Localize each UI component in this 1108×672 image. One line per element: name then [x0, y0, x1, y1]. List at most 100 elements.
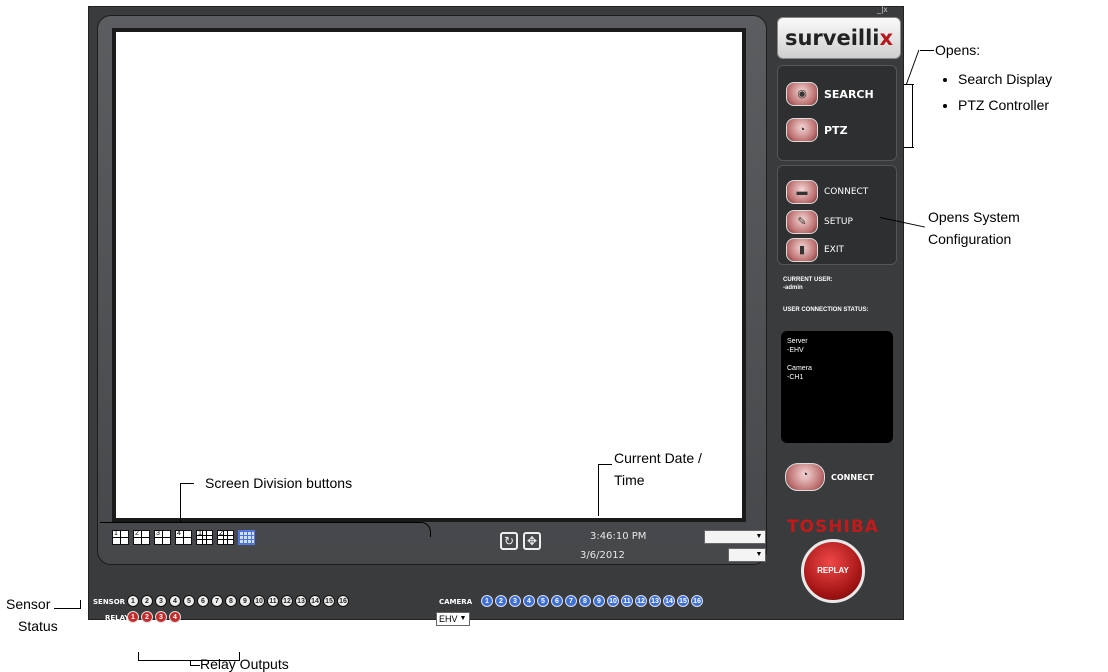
relay-button-3[interactable]: 3: [155, 611, 167, 623]
setup-button[interactable]: ✎ SETUP: [786, 210, 853, 234]
current-user-label: CURRENT USER:: [783, 277, 833, 283]
date-dropdown[interactable]: ▼: [728, 548, 766, 562]
connection-status-box: Server -EHV Camera -CH1: [781, 331, 893, 443]
camera-button-13[interactable]: 13: [649, 595, 661, 607]
sensor-indicator-16[interactable]: 16: [337, 595, 349, 607]
connection-status-label: USER CONNECTION STATUS:: [783, 307, 869, 313]
camera-buttons-row: 1 2 3 4 5 6 7 8 9 10 11 12 13 14 15 16: [481, 595, 703, 607]
camera-button-3[interactable]: 3: [509, 595, 521, 607]
sensor-indicator-6[interactable]: 6: [197, 595, 209, 607]
camera-button-10[interactable]: 10: [607, 595, 619, 607]
sensor-indicator-9[interactable]: 9: [239, 595, 251, 607]
tools-icon: ✎: [786, 210, 818, 234]
sequence-rotate-icon[interactable]: ↻: [500, 532, 518, 550]
annotation-time: Time: [614, 472, 645, 488]
annotation-status: Status: [18, 618, 58, 634]
camera-button-14[interactable]: 14: [663, 595, 675, 607]
plug-icon: ◔: [785, 463, 825, 491]
camera-button-5[interactable]: 5: [537, 595, 549, 607]
current-date: 3/6/2012: [580, 550, 625, 561]
leader-line: [54, 608, 80, 609]
sensor-indicator-13[interactable]: 13: [295, 595, 307, 607]
user-info-panel: CURRENT USER: -admin USER CONNECTION STA…: [777, 269, 897, 551]
annotation-current-date: Current Date /: [614, 450, 702, 466]
camera-button-7[interactable]: 7: [565, 595, 577, 607]
camera-server-select[interactable]: EHV ▼: [436, 612, 470, 626]
ptz-button[interactable]: ◔ PTZ: [786, 118, 848, 142]
camera-button-6[interactable]: 6: [551, 595, 563, 607]
search-button[interactable]: ◉ SEARCH: [786, 82, 874, 106]
camera-button-15[interactable]: 15: [677, 595, 689, 607]
replay-button[interactable]: REPLAY: [801, 539, 865, 603]
relay-label: RELAY: [105, 614, 130, 622]
chevron-down-icon: ▼: [755, 533, 763, 540]
sensor-indicator-2[interactable]: 2: [141, 595, 153, 607]
ptz-button-label: PTZ: [824, 123, 848, 137]
camera-server-value: EHV: [439, 614, 458, 624]
connect-bottom-button[interactable]: ◔ CONNECT: [785, 463, 874, 491]
sensor-indicator-15[interactable]: 15: [323, 595, 335, 607]
setup-button-label: SETUP: [824, 217, 853, 227]
camera-button-4[interactable]: 4: [523, 595, 535, 607]
fullscreen-icon[interactable]: ✥: [523, 532, 541, 550]
toshiba-logo: TOSHIBA: [787, 517, 879, 537]
plug-icon: ▬: [786, 180, 818, 204]
search-ptz-panel: ◉ SEARCH ◔ PTZ: [777, 65, 897, 161]
leader-line: [180, 483, 181, 523]
camera-button-11[interactable]: 11: [621, 595, 633, 607]
annotation-opens-item: Search Display: [958, 66, 1108, 92]
surveillix-logo: surveillix: [777, 17, 901, 59]
sensor-indicator-14[interactable]: 14: [309, 595, 321, 607]
sensor-indicator-7[interactable]: 7: [211, 595, 223, 607]
leader-line: [920, 50, 934, 51]
sensor-indicator-5[interactable]: 5: [183, 595, 195, 607]
camera-info-label: Camera: [787, 365, 812, 372]
camera-label: CAMERA: [439, 598, 473, 606]
leader-line: [598, 464, 612, 465]
camera-button-16[interactable]: 16: [691, 595, 703, 607]
camera-button-12[interactable]: 12: [635, 595, 647, 607]
sensor-indicator-3[interactable]: 3: [155, 595, 167, 607]
time-dropdown[interactable]: ▼: [704, 530, 766, 544]
annotation-opens-list: Search Display PTZ Controller: [940, 66, 1108, 118]
exit-button[interactable]: ▮ EXIT: [786, 238, 844, 262]
annotation-configuration: Configuration: [928, 231, 1012, 247]
current-time: 3:46:10 PM: [590, 531, 647, 542]
sensor-indicator-12[interactable]: 12: [281, 595, 293, 607]
window-controls[interactable]: _|x: [877, 5, 888, 14]
sensor-indicator-1[interactable]: 1: [127, 595, 139, 607]
leader-line: [598, 464, 599, 516]
annotation-opens-item: PTZ Controller: [958, 92, 1108, 118]
sensor-indicator-4[interactable]: 4: [169, 595, 181, 607]
relay-button-4[interactable]: 4: [169, 611, 181, 623]
exit-button-label: EXIT: [824, 245, 845, 255]
leader-line: [905, 50, 920, 85]
bracket-line: [912, 84, 913, 147]
video-frame: 1 2 3 4 1 2 ↻ ✥ 3:46:10 PM 3/6/2012 ▼ ▼: [97, 15, 767, 565]
sensor-indicator-11[interactable]: 11: [267, 595, 279, 607]
connect-setup-panel: ▬ CONNECT ✎ SETUP ▮ EXIT: [777, 165, 897, 265]
video-display[interactable]: [112, 28, 746, 522]
logo-text-x: x: [879, 26, 894, 50]
sensor-indicator-10[interactable]: 10: [253, 595, 265, 607]
annotation-screen-division: Screen Division buttons: [205, 475, 353, 491]
bracket-line: [100, 522, 431, 537]
leader-line: [80, 600, 81, 609]
server-label: Server: [787, 338, 808, 345]
camera-button-8[interactable]: 8: [579, 595, 591, 607]
leader-line: [180, 483, 194, 484]
relay-button-1[interactable]: 1: [127, 611, 139, 623]
chevron-down-icon: ▼: [755, 551, 763, 558]
camera-button-1[interactable]: 1: [481, 595, 493, 607]
relay-button-2[interactable]: 2: [141, 611, 153, 623]
connect-bottom-label: CONNECT: [831, 472, 874, 482]
door-icon: ▮: [786, 238, 818, 262]
sensor-indicator-8[interactable]: 8: [225, 595, 237, 607]
sensor-status-row: 1 2 3 4 5 6 7 8 9 10 11 12 13 14 15 16: [127, 595, 349, 607]
leader-line: [190, 665, 200, 666]
camera-button-9[interactable]: 9: [593, 595, 605, 607]
connect-button[interactable]: ▬ CONNECT: [786, 180, 868, 204]
camera-button-2[interactable]: 2: [495, 595, 507, 607]
sensor-label: SENSOR: [93, 598, 126, 606]
bracket-line: [904, 147, 914, 148]
